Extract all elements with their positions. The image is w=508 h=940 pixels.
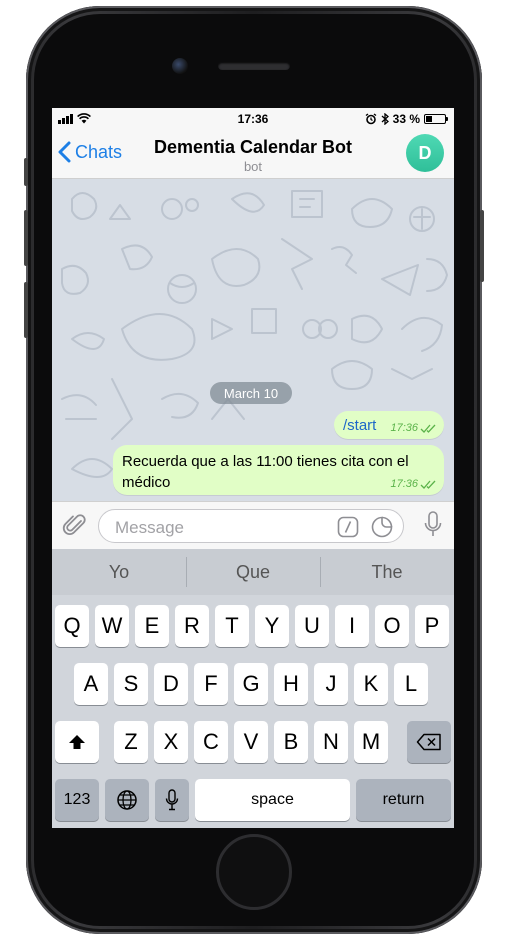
key-y[interactable]: Y <box>255 605 289 647</box>
globe-icon <box>117 790 137 810</box>
double-check-icon <box>420 480 436 489</box>
nav-bar: Chats Dementia Calendar Bot bot D <box>52 130 454 179</box>
key-i[interactable]: I <box>335 605 369 647</box>
suggestion[interactable]: The <box>320 549 454 595</box>
key-b[interactable]: B <box>274 721 308 763</box>
shift-key[interactable] <box>55 721 99 763</box>
key-l[interactable]: L <box>394 663 428 705</box>
message-time: 17:36 <box>390 422 418 434</box>
dictation-key[interactable] <box>155 779 189 821</box>
chat-subtitle: bot <box>243 159 263 174</box>
outgoing-message[interactable]: /start 17:36 <box>334 411 444 439</box>
suggestion[interactable]: Que <box>186 549 320 595</box>
key-h[interactable]: H <box>274 663 308 705</box>
message-input[interactable] <box>113 517 317 539</box>
key-d[interactable]: D <box>154 663 188 705</box>
date-separator: March 10 <box>210 382 292 404</box>
message-meta: 17:36 <box>390 422 436 434</box>
microphone-icon <box>165 789 179 811</box>
key-w[interactable]: W <box>95 605 129 647</box>
message-input-field[interactable] <box>98 509 404 543</box>
status-right: 33 % <box>365 112 448 126</box>
earpiece <box>218 62 290 70</box>
globe-key[interactable] <box>105 779 149 821</box>
home-button[interactable] <box>216 834 292 910</box>
chat-area: March 10 /start 17:36 Recuerda que a las… <box>52 179 454 501</box>
key-g[interactable]: G <box>234 663 268 705</box>
attach-icon[interactable] <box>62 513 88 539</box>
screen: 17:36 33 % Chats Dementia Calendar Bot b… <box>52 108 454 828</box>
avatar[interactable]: D <box>406 134 444 172</box>
mute-switch <box>24 158 28 186</box>
key-j[interactable]: J <box>314 663 348 705</box>
key-k[interactable]: K <box>354 663 388 705</box>
key-n[interactable]: N <box>314 721 348 763</box>
sticker-icon[interactable] <box>371 516 393 538</box>
message-time: 17:36 <box>390 478 418 490</box>
message-text[interactable]: Recuerda que a las 11:00 tienes cita con… <box>122 451 434 493</box>
message-meta: 17:36 <box>390 478 436 490</box>
message-composer <box>52 501 454 550</box>
key-a[interactable]: A <box>74 663 108 705</box>
microphone-icon[interactable] <box>424 511 442 539</box>
message-text[interactable]: /start <box>343 417 376 434</box>
volume-down-button <box>24 282 28 338</box>
outgoing-message[interactable]: Recuerda que a las 11:00 tienes cita con… <box>113 445 444 495</box>
key-u[interactable]: U <box>295 605 329 647</box>
return-key[interactable]: return <box>356 779 451 821</box>
keyboard: Yo Que The Q W E R T Y U I O P A S D F G… <box>52 549 454 828</box>
battery-percent: 33 % <box>392 112 420 126</box>
key-r[interactable]: R <box>175 605 209 647</box>
key-f[interactable]: F <box>194 663 228 705</box>
suggestion-bar: Yo Que The <box>52 549 454 595</box>
key-e[interactable]: E <box>135 605 169 647</box>
volume-up-button <box>24 210 28 266</box>
status-bar: 17:36 33 % <box>52 108 454 130</box>
key-t[interactable]: T <box>215 605 249 647</box>
numbers-key[interactable]: 123 <box>55 779 99 821</box>
battery-icon <box>424 114 448 124</box>
bluetooth-icon <box>381 113 389 125</box>
key-v[interactable]: V <box>234 721 268 763</box>
suggestion[interactable]: Yo <box>52 549 186 595</box>
key-x[interactable]: X <box>154 721 188 763</box>
double-check-icon <box>420 424 436 433</box>
space-key[interactable]: space <box>195 779 350 821</box>
shift-icon <box>69 735 85 749</box>
battery-fill <box>426 116 432 122</box>
key-s[interactable]: S <box>114 663 148 705</box>
delete-key[interactable] <box>407 721 451 763</box>
alarm-icon <box>365 113 377 125</box>
key-o[interactable]: O <box>375 605 409 647</box>
key-m[interactable]: M <box>354 721 388 763</box>
key-c[interactable]: C <box>194 721 228 763</box>
key-p[interactable]: P <box>415 605 449 647</box>
power-button <box>480 210 484 282</box>
key-z[interactable]: Z <box>114 721 148 763</box>
front-camera <box>172 58 188 74</box>
bot-command-icon[interactable] <box>337 516 359 538</box>
chat-title[interactable]: Dementia Calendar Bot <box>52 137 454 158</box>
backspace-icon <box>416 733 441 751</box>
key-q[interactable]: Q <box>55 605 89 647</box>
